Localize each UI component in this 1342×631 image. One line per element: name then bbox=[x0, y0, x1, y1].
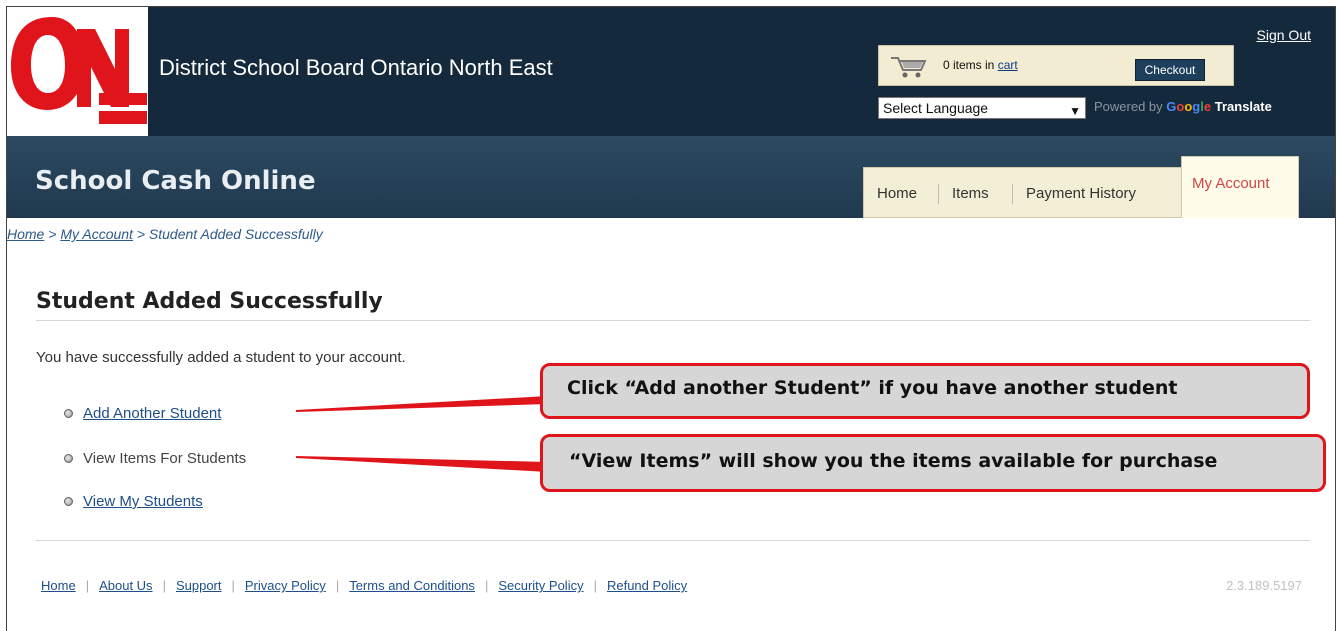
footer-separator: | bbox=[593, 578, 597, 593]
footer-refund-policy-link[interactable]: Refund Policy bbox=[607, 578, 687, 593]
footer-about-us-link[interactable]: About Us bbox=[99, 578, 152, 593]
footer-support-link[interactable]: Support bbox=[176, 578, 222, 593]
footer-links: Home | About Us | Support | Privacy Policy | Ter… bbox=[41, 578, 687, 593]
footer-separator: | bbox=[484, 578, 489, 593]
footer-terms-link[interactable]: Terms and Conditions bbox=[349, 578, 475, 593]
version-number: 2.3.189.5197 bbox=[1226, 578, 1302, 593]
callout-view-items: “View Items” will show you the items ava… bbox=[540, 434, 1326, 492]
callout-text: “View Items” will show you the items ava… bbox=[569, 450, 1218, 472]
footer-separator: | bbox=[335, 578, 340, 593]
footer-separator: | bbox=[231, 578, 235, 593]
callout-pointer bbox=[296, 396, 548, 412]
footer-security-policy-link[interactable]: Security Policy bbox=[498, 578, 583, 593]
divider bbox=[36, 540, 1310, 541]
footer-separator: | bbox=[85, 578, 90, 593]
callout-text: Click “Add another Student” if you have … bbox=[567, 377, 1178, 399]
callout-add-student: Click “Add another Student” if you have … bbox=[540, 363, 1310, 419]
callout-pointer bbox=[296, 456, 548, 472]
callout-pointers bbox=[296, 396, 548, 472]
footer-home-link[interactable]: Home bbox=[41, 578, 76, 593]
footer-privacy-policy-link[interactable]: Privacy Policy bbox=[245, 578, 326, 593]
footer-separator: | bbox=[162, 578, 166, 593]
